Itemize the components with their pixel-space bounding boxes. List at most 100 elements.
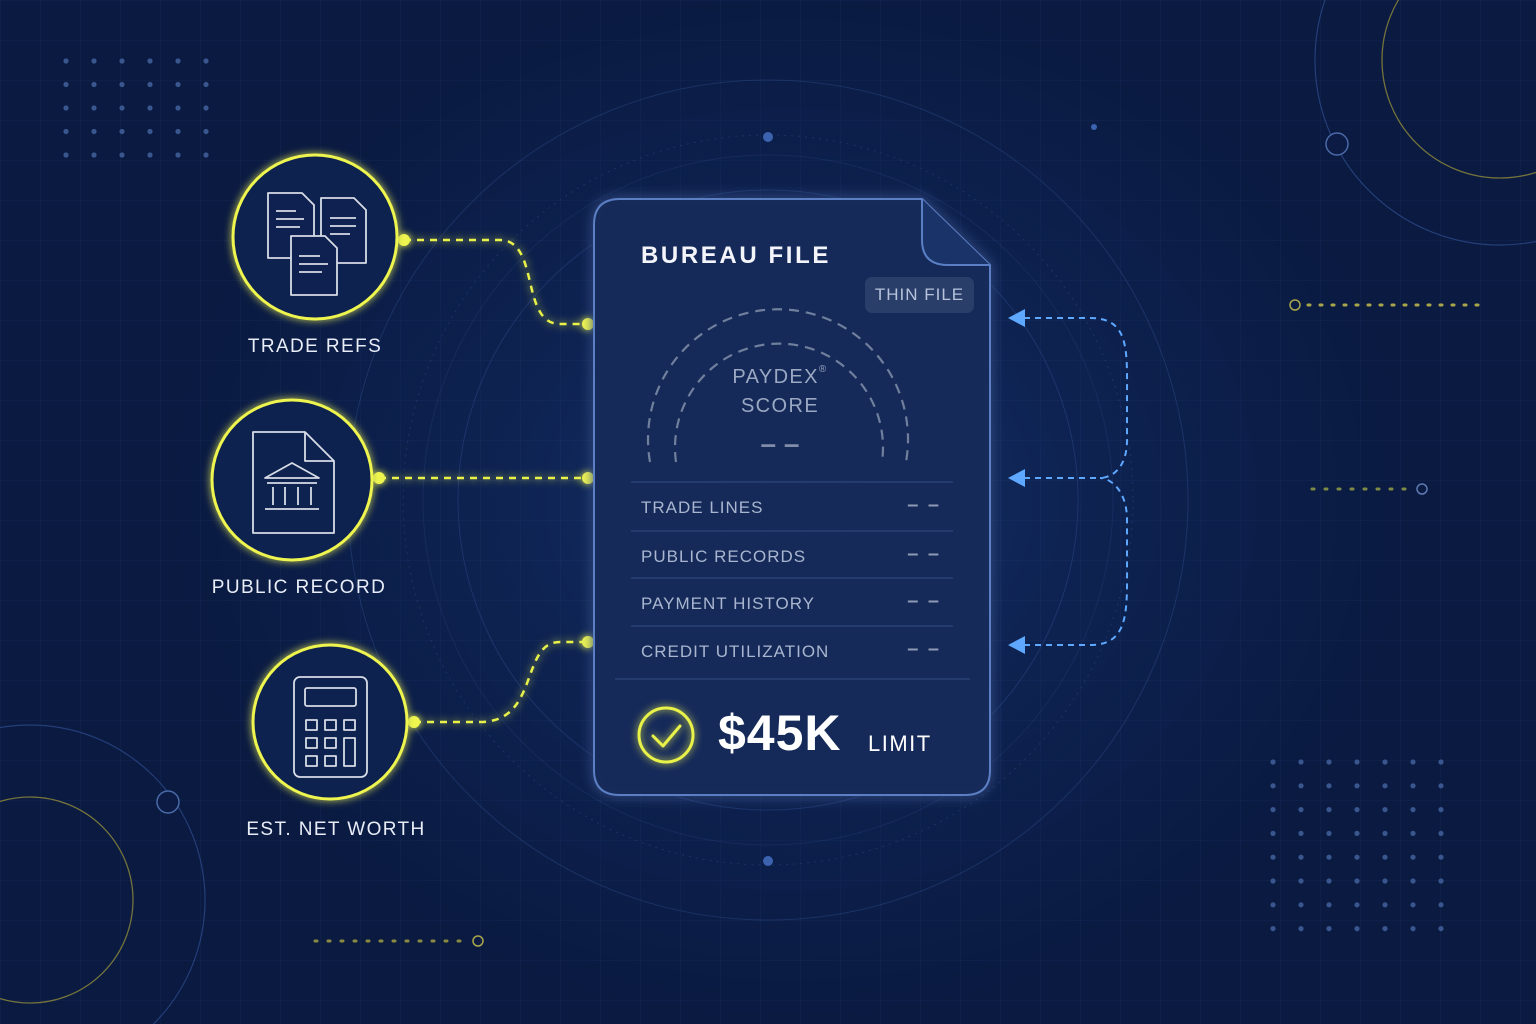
decor-dot <box>1354 902 1360 908</box>
decor-dot <box>1354 783 1360 789</box>
dot-grid-top-left <box>63 58 209 158</box>
decor-dot <box>203 152 209 158</box>
decor-dot <box>1382 878 1388 884</box>
decor-dot <box>1270 783 1276 789</box>
blue-arrowheads <box>1008 309 1025 654</box>
ring-marker-bottom <box>763 856 773 866</box>
decor-dot <box>1270 807 1276 813</box>
decor-dot <box>1410 783 1416 789</box>
decor-dot <box>1438 830 1444 837</box>
decor-dot <box>1298 878 1304 884</box>
row-label: TRADE LINES <box>641 498 764 517</box>
decor-dot <box>1438 759 1444 765</box>
credit-limit-amount: $45K <box>718 705 842 761</box>
decor-dot <box>119 128 125 135</box>
decor-dot <box>119 152 125 158</box>
blue-feedback-lines <box>1024 317 1129 646</box>
thin-file-badge: THIN FILE <box>865 277 974 313</box>
decor-dot <box>1298 902 1304 908</box>
row-value: – – <box>907 543 941 565</box>
decor-dot <box>1326 783 1332 789</box>
decor-dot <box>1410 759 1416 765</box>
decor-dot <box>1354 926 1360 932</box>
dotted-line-bottom <box>313 935 484 947</box>
arc-bottom-left <box>0 724 206 1024</box>
yellow-connector-dots <box>373 234 594 728</box>
decor-dot <box>147 81 153 88</box>
node-label-public-record: PUBLIC RECORD <box>211 577 387 598</box>
decor-dot <box>1438 926 1444 932</box>
decor-dot <box>1298 854 1304 860</box>
table-row: CREDIT UTILIZATION – – <box>631 626 953 674</box>
decor-dot <box>1410 902 1416 908</box>
row-label: PUBLIC RECORDS <box>641 547 807 566</box>
credit-limit-label: LIMIT <box>868 731 932 756</box>
node-label-trade-refs: TRADE REFS <box>247 336 383 357</box>
table-row: TRADE LINES – – <box>631 482 953 530</box>
decor-dot <box>119 58 125 64</box>
table-row: PAYMENT HISTORY – – <box>631 578 953 626</box>
decor-dot <box>1270 926 1276 932</box>
decor-dot <box>1354 830 1360 837</box>
decor-dot <box>1382 807 1388 813</box>
decor-dot <box>1354 807 1360 813</box>
table-row: PUBLIC RECORDS – – <box>631 531 953 579</box>
decor-dot <box>1298 926 1304 932</box>
decor-dot <box>1326 878 1332 884</box>
decor-dot <box>1410 854 1416 860</box>
decor-dot <box>1326 854 1332 860</box>
connector-net-worth <box>414 640 588 724</box>
decor-dot <box>63 105 69 111</box>
decor-dot <box>119 81 125 88</box>
decor-dot <box>1410 926 1416 932</box>
decor-dot <box>1270 878 1276 884</box>
decor-dot <box>1410 807 1416 813</box>
row-value: – – <box>907 590 941 612</box>
decor-dot <box>175 58 181 64</box>
decor-dot <box>203 58 209 64</box>
decor-dot <box>147 152 153 158</box>
decor-dot <box>91 152 97 158</box>
dotted-line-right-top <box>1289 299 1482 311</box>
decor-dot <box>1382 926 1388 932</box>
decor-dot <box>1270 902 1276 908</box>
decor-dot <box>1382 783 1388 789</box>
decor-dot <box>1382 902 1388 908</box>
decor-dot <box>63 152 69 158</box>
decor-dot <box>175 105 181 111</box>
decor-dot <box>175 152 181 158</box>
decor-dot <box>1438 807 1444 813</box>
node-circle-public-record <box>210 398 374 562</box>
decor-dot <box>63 58 69 64</box>
decor-dot <box>1298 783 1304 789</box>
row-value: – – <box>907 494 941 516</box>
decor-dot <box>147 128 153 135</box>
decor-dot <box>1270 854 1276 860</box>
decor-dot <box>175 128 181 135</box>
row-label: PAYMENT HISTORY <box>641 594 816 613</box>
gauge-label-line2: SCORE <box>740 395 820 417</box>
decor-dot <box>63 128 69 135</box>
ring-marker-top <box>763 132 773 142</box>
row-value: – – <box>907 638 941 660</box>
node-label-net-worth: EST. NET WORTH <box>246 819 426 840</box>
decor-dot <box>119 105 125 111</box>
decor-dot <box>63 81 69 88</box>
decor-dot <box>1354 759 1360 765</box>
gauge-value: – – <box>760 428 800 459</box>
decor-dot <box>1438 783 1444 789</box>
decor-dot <box>91 81 97 88</box>
decor-dot <box>91 105 97 111</box>
decor-dot <box>203 81 209 88</box>
decor-dot <box>1326 759 1332 765</box>
row-label: CREDIT UTILIZATION <box>641 642 830 661</box>
decor-dot <box>91 128 97 135</box>
decor-dot <box>1382 830 1388 837</box>
arc-top-right <box>1314 0 1536 246</box>
decor-dot <box>1326 830 1332 837</box>
node-circle-net-worth <box>251 643 409 801</box>
decor-dot <box>1354 878 1360 884</box>
decor-dot <box>1270 830 1276 837</box>
decor-dot <box>147 58 153 64</box>
ring-marker-small <box>1091 124 1097 130</box>
